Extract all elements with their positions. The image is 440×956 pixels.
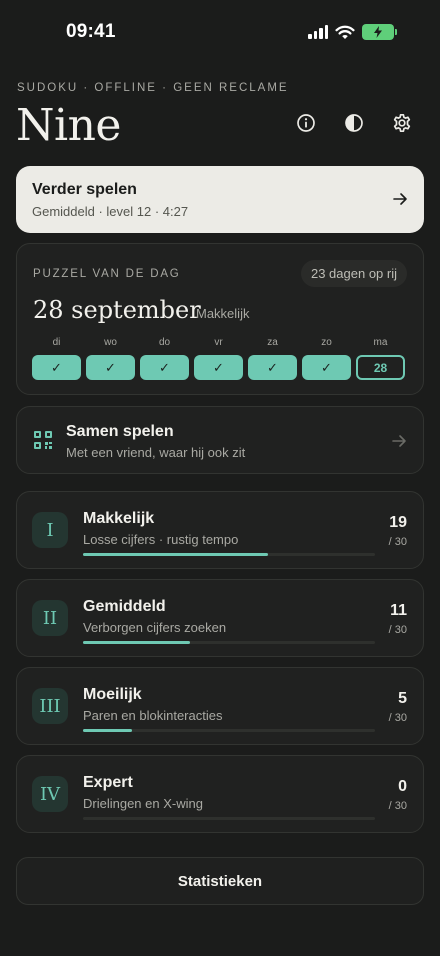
day-name: di (52, 337, 61, 348)
day-do: do ✓ (140, 337, 189, 380)
level-card-makkelijk[interactable]: I Makkelijk Losse cijfers · rustig tempo… (16, 491, 424, 569)
play-together-subtitle: Met een vriend, waar hij ook zit (66, 445, 246, 460)
gear-icon[interactable] (392, 113, 412, 133)
level-title: Makkelijk (83, 510, 155, 527)
level-progress-bar (83, 641, 375, 644)
level-title: Gemiddeld (83, 598, 166, 615)
level-numeral-badge: I (32, 512, 68, 548)
streak-badge: 23 dagen op rij (300, 260, 407, 287)
continue-subtitle: Gemiddeld · level 12 · 4:27 (32, 204, 189, 219)
level-subtitle: Losse cijfers · rustig tempo (83, 532, 239, 547)
level-card-expert[interactable]: IV Expert Drielingen en X-wing 0 / 30 (16, 755, 424, 833)
status-bar: 09:41 (0, 0, 440, 62)
arrow-right-icon (392, 435, 406, 447)
battery-charging-icon (362, 24, 397, 40)
qr-code-icon (34, 431, 52, 449)
level-card-gemiddeld[interactable]: II Gemiddeld Verborgen cijfers zoeken 11… (16, 579, 424, 657)
level-progress-bar (83, 729, 375, 732)
level-numeral-badge: IV (32, 776, 68, 812)
day-completed-checkmark[interactable]: ✓ (86, 355, 135, 380)
level-progress-fill (83, 553, 268, 556)
level-count: 11 (390, 602, 407, 619)
day-name: do (158, 337, 171, 348)
level-progress-bar (83, 553, 375, 556)
week-strip: di ✓ wo ✓ do ✓ vr ✓ za ✓ zo ✓ ma 28 (32, 337, 405, 380)
play-together-title: Samen spelen (66, 423, 174, 440)
level-numeral-badge: II (32, 600, 68, 636)
app-title: Nine (16, 100, 121, 151)
day-za: za ✓ (248, 337, 297, 380)
day-vr: vr ✓ (194, 337, 243, 380)
continue-title: Verder spelen (32, 181, 137, 198)
level-progress-fill (83, 729, 132, 732)
level-title: Moeilijk (83, 686, 142, 703)
day-completed-checkmark[interactable]: ✓ (248, 355, 297, 380)
level-count: 0 (398, 778, 407, 795)
level-count: 5 (398, 690, 407, 707)
level-subtitle: Verborgen cijfers zoeken (83, 620, 227, 635)
level-card-moeilijk[interactable]: III Moeilijk Paren en blokinteracties 5 … (16, 667, 424, 745)
day-ma: ma 28 (356, 337, 405, 380)
day-zo: zo ✓ (302, 337, 351, 380)
status-time: 09:41 (66, 21, 116, 42)
day-wo: wo ✓ (86, 337, 135, 380)
level-progress-fill (83, 641, 191, 644)
header-actions (296, 113, 412, 133)
day-name: zo (321, 337, 332, 348)
contrast-icon[interactable] (344, 113, 364, 133)
app-eyebrow: SUDOKU · OFFLINE · GEEN RECLAME (17, 82, 289, 94)
level-total: / 30 (388, 712, 407, 724)
day-completed-checkmark[interactable]: ✓ (140, 355, 189, 380)
today-button[interactable]: 28 (356, 355, 405, 380)
info-icon[interactable] (296, 113, 316, 133)
daily-difficulty: Makkelijk (196, 306, 250, 321)
day-completed-checkmark[interactable]: ✓ (194, 355, 243, 380)
status-icons (308, 24, 397, 40)
daily-puzzle-card[interactable]: PUZZEL VAN DE DAG 23 dagen op rij 28 sep… (16, 243, 424, 395)
day-di: di ✓ (32, 337, 81, 380)
continue-playing-button[interactable]: Verder spelen Gemiddeld · level 12 · 4:2… (16, 166, 424, 233)
statistics-button[interactable]: Statistieken (16, 857, 424, 905)
arrow-right-icon (393, 193, 407, 205)
level-total: / 30 (388, 624, 407, 636)
level-subtitle: Paren en blokinteracties (83, 708, 223, 723)
day-completed-checkmark[interactable]: ✓ (302, 355, 351, 380)
level-title: Expert (83, 774, 133, 791)
day-completed-checkmark[interactable]: ✓ (32, 355, 81, 380)
day-name: vr (214, 337, 223, 348)
wifi-icon (335, 25, 355, 39)
level-subtitle: Drielingen en X-wing (83, 796, 203, 811)
daily-date: 28 september (33, 296, 201, 324)
level-total: / 30 (388, 536, 407, 548)
level-total: / 30 (388, 800, 407, 812)
play-together-button[interactable]: Samen spelen Met een vriend, waar hij oo… (16, 406, 424, 474)
level-progress-bar (83, 817, 375, 820)
daily-puzzle-label: PUZZEL VAN DE DAG (33, 268, 181, 280)
cellular-signal-icon (308, 25, 328, 39)
day-name: wo (104, 337, 117, 348)
day-name: ma (373, 337, 388, 348)
level-numeral-badge: III (32, 688, 68, 724)
level-count: 19 (389, 514, 407, 531)
day-name: za (267, 337, 278, 348)
